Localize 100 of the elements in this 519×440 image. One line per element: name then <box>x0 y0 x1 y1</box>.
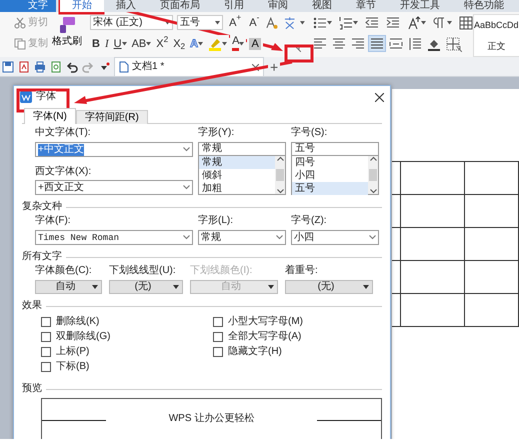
save-icon[interactable] <box>2 60 14 72</box>
checkbox-label: 删除线(K) <box>56 316 100 328</box>
font-combo[interactable]: +西文正文 <box>35 180 193 195</box>
style-name: 正文 <box>486 40 506 52</box>
scroll-down-icon[interactable] <box>276 189 284 194</box>
dialog-tab[interactable]: 字符间距(R) <box>76 110 148 124</box>
font-combo[interactable]: Times New Roman <box>35 230 193 245</box>
borders-button[interactable] <box>444 35 462 52</box>
format-button[interactable]: A <box>230 35 246 52</box>
section-heading: 预览 <box>22 383 42 395</box>
checkbox[interactable] <box>213 332 223 342</box>
text-field[interactable]: 常规 <box>198 142 286 156</box>
print-preview-icon[interactable] <box>50 60 62 72</box>
format-painter-button[interactable]: 格式刷 <box>50 14 84 54</box>
caret-icon <box>146 42 152 46</box>
line-spacing-icon <box>408 36 422 50</box>
caret-icon <box>173 285 179 289</box>
checkbox-label: 全部大写字母(A) <box>228 330 302 342</box>
preview-text: WPS 让办公更轻松 <box>168 413 254 425</box>
checkbox-label: 小型大写字母(M) <box>228 316 303 328</box>
dropdown: 自动 <box>190 280 278 294</box>
justify-button[interactable] <box>368 35 386 52</box>
text-field[interactable]: 五号 <box>291 142 379 156</box>
bulleted-list-icon <box>313 16 327 30</box>
close-icon[interactable] <box>375 92 384 102</box>
format-button[interactable]: A <box>247 35 263 52</box>
character-icon[interactable] <box>282 16 296 30</box>
checkbox[interactable] <box>213 316 223 326</box>
dropdown[interactable]: 自动 <box>35 280 102 294</box>
numbered-list-icon <box>339 16 353 30</box>
numbered-list-button[interactable] <box>337 14 360 31</box>
checkbox[interactable] <box>41 332 51 342</box>
app-logo-icon <box>20 91 32 103</box>
field-label: 西文字体(X): <box>35 166 92 178</box>
caret-icon <box>327 20 332 24</box>
pdf-icon[interactable] <box>18 60 30 72</box>
field-label: 下划线颜色(I): <box>190 265 254 277</box>
field-label: 字体颜色(C): <box>35 265 93 277</box>
scroll-down-icon[interactable] <box>370 189 376 194</box>
align-left-icon <box>313 36 327 50</box>
undo-icon[interactable] <box>66 60 78 72</box>
caret-icon <box>164 20 170 24</box>
customize-icon[interactable] <box>98 60 110 72</box>
font-combo[interactable]: +中文正文 <box>35 142 193 157</box>
justify-icon <box>370 36 384 50</box>
caret-icon <box>215 20 220 24</box>
table-grid-icon <box>459 16 473 30</box>
list-option[interactable]: 四号 <box>292 156 368 169</box>
highlighter-icon <box>208 36 222 50</box>
field-label: 下划线线型(U): <box>109 265 177 277</box>
field-label: 字号(S): <box>291 127 328 139</box>
decrease-indent-icon <box>365 16 379 30</box>
checkbox[interactable] <box>41 346 51 356</box>
increase-indent-icon <box>386 16 400 30</box>
list-option[interactable]: 加粗 <box>199 182 275 195</box>
field-label: 字形(Y): <box>198 127 236 139</box>
list-option[interactable]: 常规 <box>199 156 275 169</box>
checkbox[interactable] <box>41 316 51 326</box>
shrink-font-button[interactable]: A$^{-}$ <box>247 14 262 31</box>
style-gallery[interactable]: AaBbCcDd 正文 <box>473 14 519 57</box>
checkbox[interactable] <box>213 346 223 356</box>
close-icon[interactable] <box>252 64 259 70</box>
brush-icon <box>58 16 76 34</box>
field-label: 中文字体(T): <box>35 127 92 139</box>
list-option[interactable]: 倾斜 <box>199 169 275 182</box>
table-grid-button[interactable] <box>457 14 475 31</box>
dropdown[interactable]: (无) <box>109 280 183 294</box>
dialog-tab[interactable]: 字体(N) <box>24 108 76 124</box>
document-tab[interactable]: 文档1 * <box>114 57 264 76</box>
checkbox[interactable] <box>41 362 51 372</box>
dialog-launcher-icon[interactable] <box>295 46 301 52</box>
section-heading: 所有文字 <box>22 251 62 263</box>
ribbon-tab[interactable]: 开始 <box>60 0 104 12</box>
font-combo[interactable]: 常规 <box>198 230 286 245</box>
grow-font-button[interactable]: A$^{+}$ <box>227 14 244 31</box>
font-size-combo[interactable]: 五号 <box>176 15 224 30</box>
list-option[interactable]: 小四 <box>292 169 368 182</box>
scrollbar[interactable] <box>368 156 378 194</box>
caret-icon <box>92 285 98 289</box>
scroll-up-icon[interactable] <box>276 156 284 161</box>
print-icon[interactable] <box>34 60 46 72</box>
highlight-frame <box>58 0 104 14</box>
dropdown[interactable]: (无) <box>285 280 373 294</box>
field-label: 字体(F): <box>35 215 72 227</box>
dialog-launcher-icon[interactable] <box>456 46 462 52</box>
distribute-icon <box>389 36 403 50</box>
caret-icon <box>122 42 127 46</box>
list-option[interactable]: 五号 <box>292 182 368 195</box>
font-combo[interactable]: 小四 <box>291 230 379 245</box>
field-label: 字形(L): <box>198 215 234 227</box>
style-preview: AaBbCcDd <box>474 19 519 32</box>
pinyin-icon[interactable] <box>265 16 279 30</box>
caret-icon <box>447 20 452 24</box>
font-name-combo[interactable]: 宋体 (正文) <box>90 15 173 30</box>
highlight-frame <box>284 44 314 62</box>
caret-icon <box>300 20 305 24</box>
scroll-up-icon[interactable] <box>370 156 376 161</box>
caret-icon <box>239 42 244 46</box>
scrollbar[interactable] <box>275 156 285 194</box>
field-label: 着重号: <box>285 265 319 277</box>
